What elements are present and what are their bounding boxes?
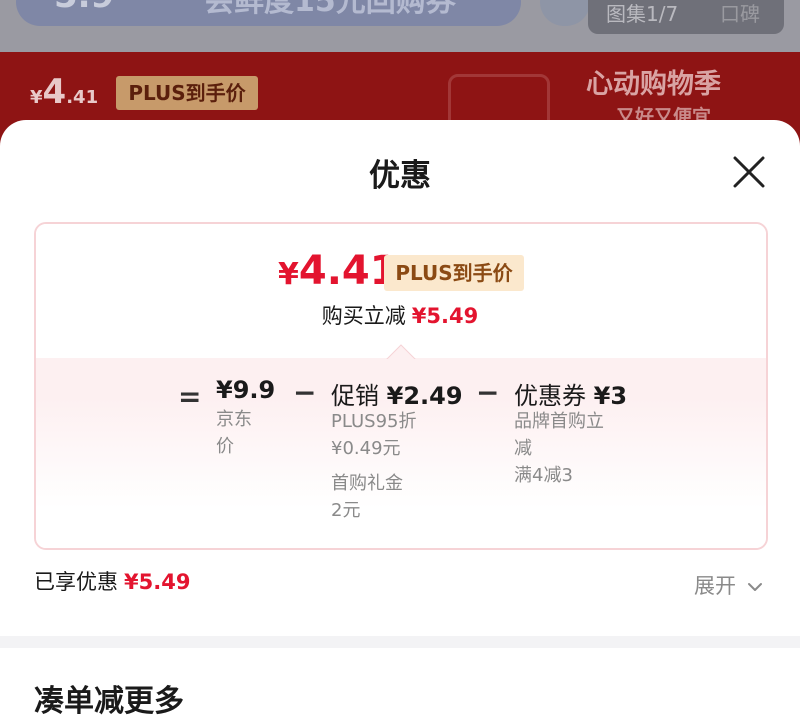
coupon-detail-line1: 品牌首购立 bbox=[514, 411, 604, 432]
banner-slogan: 心动购物季 bbox=[586, 69, 721, 100]
expand-button[interactable]: 展开 bbox=[694, 570, 763, 600]
gallery-tab: 图集1/7 口碑 bbox=[588, 0, 784, 34]
background-header: 5.9 会鲜度15元回购券 图集1/7 口碑 bbox=[0, 0, 800, 52]
close-icon bbox=[733, 156, 765, 188]
promo-detail-line2: ¥0.49元 bbox=[331, 438, 401, 459]
promo-label: 促销 bbox=[331, 382, 379, 410]
coupon-banner-pill: 5.9 会鲜度15元回购券 bbox=[16, 0, 521, 26]
final-price-symbol: ¥ bbox=[278, 257, 299, 292]
reduce-row: 购买立减 ¥5.49 bbox=[0, 300, 800, 330]
jd-price-label-line1: 京东 bbox=[216, 409, 252, 430]
enjoyed-discount: 已享优惠 ¥5.49 bbox=[34, 566, 190, 596]
banner-price-symbol: ¥ bbox=[30, 87, 43, 108]
reviews-tab-label: 口碑 bbox=[720, 2, 760, 26]
promo-amount: ¥2.49 bbox=[386, 382, 463, 410]
minus-sign-2: − bbox=[476, 376, 500, 409]
close-button[interactable] bbox=[729, 152, 769, 192]
coupon-header: 优惠券 ¥3 bbox=[514, 376, 627, 411]
promo-details: PLUS95折 ¥0.49元 首购礼金 2元 bbox=[331, 408, 417, 524]
enjoyed-value: ¥5.49 bbox=[124, 570, 191, 594]
final-price-number: 4.41 bbox=[298, 248, 398, 294]
thumbnail-image bbox=[540, 0, 590, 26]
coupon-detail-line2: 减 bbox=[514, 438, 532, 459]
final-price: ¥4.41 bbox=[278, 248, 398, 294]
jd-price-label: 京东 价 bbox=[216, 406, 252, 460]
jd-price-value: ¥9.9 bbox=[216, 376, 276, 404]
reduce-label: 购买立减 bbox=[321, 304, 406, 328]
plus-price-tag: PLUS到手价 bbox=[384, 255, 524, 291]
coupon-banner-text: 会鲜度15元回购券 bbox=[204, 0, 456, 19]
coupon-banner-number: 5.9 bbox=[54, 0, 114, 16]
equals-sign: = bbox=[178, 380, 202, 413]
banner-price: ¥4.41 bbox=[30, 72, 98, 112]
coupon-label: 优惠券 bbox=[514, 382, 586, 410]
promo-detail-line3: 首购礼金 bbox=[331, 473, 403, 494]
promo-detail-line4: 2元 bbox=[331, 500, 361, 521]
gallery-label: 图集1/7 bbox=[606, 2, 679, 26]
expand-label: 展开 bbox=[694, 574, 736, 598]
sheet-title: 优惠 bbox=[369, 158, 431, 194]
coupon-detail-line3: 满4减3 bbox=[514, 465, 573, 486]
next-section-title: 凑单减更多 bbox=[34, 684, 184, 719]
pointer-arrow-icon bbox=[386, 344, 416, 360]
chevron-down-icon bbox=[747, 583, 762, 591]
jd-price-amount: ¥9.9 bbox=[216, 376, 275, 404]
coupon-amount: ¥3 bbox=[593, 382, 628, 410]
card-summary bbox=[36, 224, 766, 358]
minus-sign-1: − bbox=[293, 376, 317, 409]
jd-price-label-line2: 价 bbox=[216, 436, 234, 457]
coupon-details: 品牌首购立 减 满4减3 bbox=[514, 408, 604, 489]
promo-header: 促销 ¥2.49 bbox=[331, 376, 463, 411]
promo-detail-line1: PLUS95折 bbox=[331, 411, 417, 432]
banner-plus-tag: PLUS到手价 bbox=[116, 76, 258, 110]
banner-price-decimal: .41 bbox=[66, 87, 99, 108]
enjoyed-label: 已享优惠 bbox=[34, 570, 118, 594]
banner-price-integer: 4 bbox=[42, 72, 67, 112]
reduce-value: ¥5.49 bbox=[411, 304, 479, 328]
section-divider bbox=[0, 636, 800, 648]
